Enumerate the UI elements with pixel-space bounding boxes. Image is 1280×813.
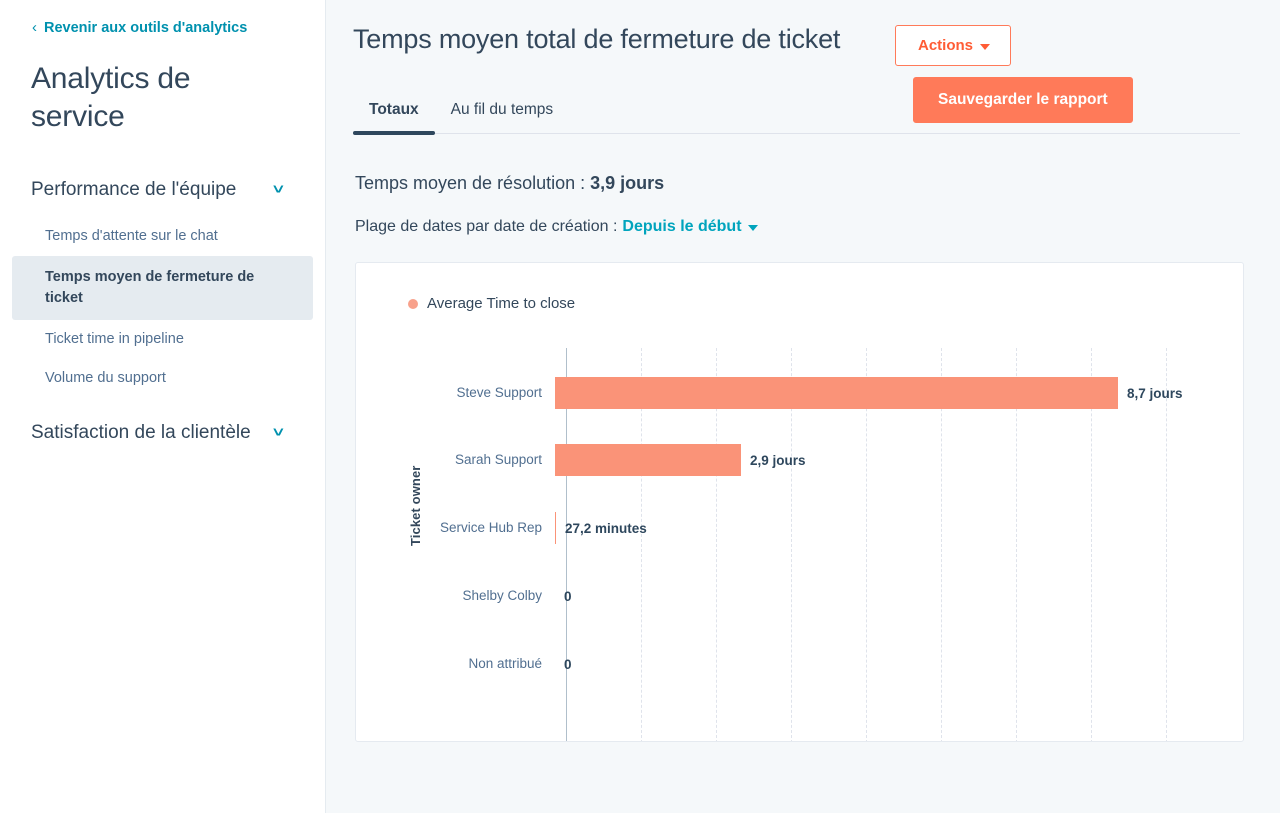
chart-row: Non attribué 0 (356, 630, 1244, 698)
bar-group: 2,9 jours (555, 444, 806, 476)
chart-legend-item-average-time-to-close[interactable]: Average Time to close (356, 263, 1243, 312)
caret-down-icon (980, 44, 990, 50)
sidebar-item-support-volume[interactable]: Volume du support (0, 359, 325, 398)
category-label: Shelby Colby (356, 587, 554, 605)
chart-row: Steve Support 8,7 jours (356, 359, 1244, 427)
legend-label: Average Time to close (427, 295, 575, 312)
chevron-left-icon: ‹ (32, 20, 37, 35)
sidebar-item-chat-wait-time[interactable]: Temps d'attente sur le chat (0, 217, 325, 256)
chart-plot-area: Ticket owner Steve Su (356, 348, 1244, 742)
category-label: Steve Support (356, 384, 554, 402)
bar-value-label: 27,2 minutes (565, 521, 647, 536)
sidebar: ‹ Revenir aux outils d'analytics Analyti… (0, 0, 326, 813)
tab-au-fil-du-temps[interactable]: Au fil du temps (435, 89, 570, 133)
date-range-value: Depuis le début (622, 215, 741, 239)
average-resolution-label: Temps moyen de résolution : (355, 173, 585, 193)
bar-value-label: 8,7 jours (1127, 386, 1183, 401)
main-content: Temps moyen total de fermeture de ticket… (326, 0, 1280, 813)
sidebar-group-customer-satisfaction[interactable]: Satisfaction de la clientèle ˅ (0, 420, 325, 446)
sidebar-item-ticket-close-time[interactable]: Temps moyen de fermeture de ticket (12, 256, 313, 320)
chart-row: Sarah Support 2,9 jours (356, 426, 1244, 494)
sidebar-title: Analytics de service (0, 60, 325, 137)
bar-value-label: 2,9 jours (750, 453, 806, 468)
bar-group: 27,2 minutes (555, 512, 647, 544)
sidebar-group-label: Satisfaction de la clientèle (31, 420, 251, 446)
legend-color-dot-icon (408, 299, 418, 309)
category-label: Sarah Support (356, 451, 554, 469)
actions-button-label: Actions (918, 37, 973, 54)
chart-row: Service Hub Rep 27,2 minutes (356, 494, 1244, 562)
app-root: ‹ Revenir aux outils d'analytics Analyti… (0, 0, 1280, 813)
sidebar-nav-list: Temps d'attente sur le chat Temps moyen … (0, 217, 325, 398)
tab-totaux[interactable]: Totaux (353, 89, 435, 133)
sidebar-item-ticket-time-in-pipeline[interactable]: Ticket time in pipeline (0, 320, 325, 359)
category-label: Service Hub Rep (356, 519, 554, 537)
date-range-selector[interactable]: Depuis le début (622, 215, 757, 239)
date-range-label: Plage de dates par date de création : (355, 215, 617, 239)
chevron-down-icon: ˅ (273, 183, 284, 197)
date-range-row: Plage de dates par date de création : De… (353, 215, 1240, 239)
bar-value-label: 0 (564, 589, 572, 604)
bar-group: 8,7 jours (555, 377, 1183, 409)
bar[interactable] (555, 512, 556, 544)
chevron-down-icon: ˅ (273, 426, 284, 440)
chart-bars: Steve Support 8,7 jours Sarah Support 2,… (356, 348, 1244, 742)
actions-button[interactable]: Actions (895, 25, 1011, 66)
bar[interactable] (555, 444, 741, 476)
page-header: Temps moyen total de fermeture de ticket… (353, 18, 1240, 62)
average-resolution-summary: Temps moyen de résolution : 3,9 jours (353, 170, 1240, 196)
chart-card: Average Time to close Ticket owner (355, 262, 1244, 742)
chart-row: Shelby Colby 0 (356, 562, 1244, 630)
page-title: Temps moyen total de fermeture de ticket (353, 18, 1240, 60)
bar-value-label: 0 (564, 657, 572, 672)
report-tabs: Totaux Au fil du temps (353, 89, 1240, 134)
caret-down-icon (748, 225, 758, 231)
bar[interactable] (555, 377, 1118, 409)
bar-group: 0 (555, 648, 572, 680)
average-resolution-value: 3,9 jours (590, 173, 664, 193)
sidebar-group-team-performance[interactable]: Performance de l'équipe ˅ (0, 177, 325, 203)
category-label: Non attribué (356, 655, 554, 673)
back-to-analytics-link[interactable]: ‹ Revenir aux outils d'analytics (0, 18, 325, 38)
back-link-label: Revenir aux outils d'analytics (44, 18, 247, 38)
bar-group: 0 (555, 580, 572, 612)
sidebar-group-label: Performance de l'équipe (31, 177, 236, 203)
